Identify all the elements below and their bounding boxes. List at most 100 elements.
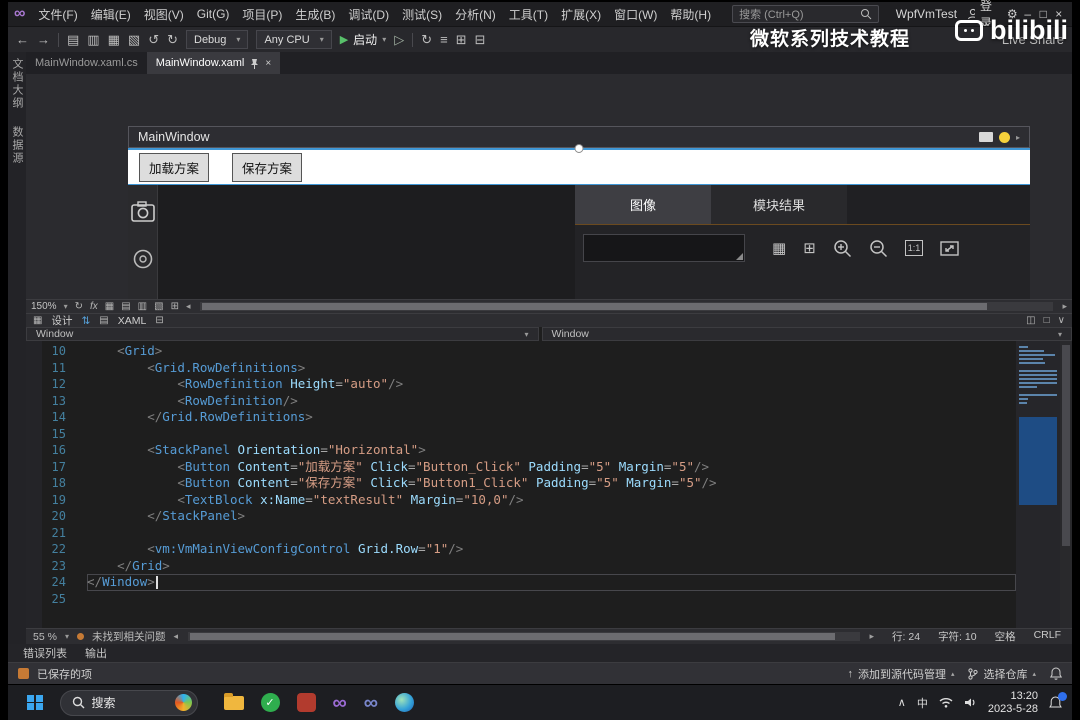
navigate-forward-icon[interactable]: → bbox=[37, 33, 50, 46]
open-file-icon[interactable]: ▥ bbox=[87, 33, 99, 46]
code-line[interactable]: </Grid> bbox=[87, 558, 1016, 575]
show-annotations-icon[interactable]: ▧ bbox=[154, 301, 163, 312]
code-line[interactable]: <TextBlock x:Name="textResult" Margin="1… bbox=[87, 492, 1016, 509]
xaml-code-editor[interactable]: 10 11 12 13 14 15 16 17 18 19 20 21 22 23 24 25 <Grid> … bbox=[26, 341, 1072, 628]
camera-icon[interactable] bbox=[130, 201, 155, 222]
snap-grid-icon[interactable]: ▤ bbox=[121, 301, 130, 312]
find-in-files-icon[interactable]: ⊞ bbox=[456, 33, 467, 46]
red-app-icon[interactable] bbox=[296, 693, 316, 712]
preview-save-button[interactable]: 保存方案 bbox=[232, 152, 303, 182]
eol-indicator[interactable]: CRLF bbox=[1034, 629, 1061, 644]
code-line[interactable]: </Window> bbox=[87, 574, 1016, 591]
editor-v-scrollbar[interactable] bbox=[1060, 341, 1072, 628]
code-line[interactable]: <Grid.RowDefinitions> bbox=[87, 360, 1016, 377]
visual-studio-icon[interactable]: ∞ bbox=[333, 693, 347, 713]
data-sources-tab[interactable]: 数据源 bbox=[9, 126, 25, 165]
maximize-button[interactable]: □ bbox=[1036, 7, 1050, 21]
code-line[interactable]: </StackPanel> bbox=[87, 508, 1016, 525]
ime-indicator[interactable]: 中 bbox=[917, 695, 928, 711]
menu-help[interactable]: 帮助(H) bbox=[664, 4, 717, 25]
xaml-designer-surface[interactable]: MainWindow ▸ 加载方案 保存方案 图像 模块结果 ▦ ⊞ 1:1 bbox=[26, 74, 1072, 299]
file-explorer-icon[interactable] bbox=[223, 692, 244, 710]
code-line[interactable]: <StackPanel Orientation="Horizontal"> bbox=[87, 442, 1016, 459]
select-repository-button[interactable]: 选择仓库 ▴ bbox=[968, 666, 1036, 682]
menu-window[interactable]: 窗口(W) bbox=[608, 4, 663, 25]
expand-pane-icon[interactable]: ∨ bbox=[1058, 315, 1065, 326]
tab-image[interactable]: 图像 bbox=[575, 185, 711, 224]
editor-zoom-dropdown[interactable]: 55 % bbox=[33, 631, 57, 643]
document-outline-tab[interactable]: 文档大纲 bbox=[9, 58, 25, 110]
layout-grid-icon[interactable]: ⊞ bbox=[803, 241, 816, 256]
minimize-button[interactable]: – bbox=[1021, 7, 1035, 21]
zoom-in-icon[interactable] bbox=[833, 239, 852, 258]
solution-platform-dropdown[interactable]: Any CPU ▾ bbox=[256, 30, 332, 49]
horizontal-split-icon[interactable]: □ bbox=[1044, 315, 1050, 326]
menu-git[interactable]: Git(G) bbox=[191, 5, 236, 23]
error-list-tab[interactable]: 错误列表 bbox=[23, 645, 67, 661]
preview-stackpanel[interactable]: 加载方案 保存方案 bbox=[128, 144, 1030, 185]
solution-configuration-dropdown[interactable]: Debug ▾ bbox=[186, 30, 249, 49]
scroll-left-icon[interactable]: ◂ bbox=[186, 301, 191, 312]
code-line[interactable]: <vm:VmMainViewConfigControl Grid.Row="1"… bbox=[87, 541, 1016, 558]
breakpoint-margin[interactable] bbox=[26, 341, 42, 628]
preview-load-button[interactable]: 加载方案 bbox=[139, 152, 210, 182]
swap-panes-icon[interactable]: ⇅ bbox=[81, 315, 90, 327]
zoom-out-icon[interactable] bbox=[869, 239, 888, 258]
settings-icon[interactable]: ⚙ bbox=[1005, 7, 1019, 21]
zoom-fit-icon[interactable]: ⊞ bbox=[171, 301, 179, 312]
hot-reload-icon[interactable]: ↻ bbox=[421, 33, 432, 46]
scroll-right-icon[interactable]: ▸ bbox=[870, 631, 875, 642]
code-line[interactable] bbox=[87, 591, 1016, 608]
spaces-indicator[interactable]: 空格 bbox=[995, 629, 1016, 644]
notification-center-button[interactable] bbox=[1049, 691, 1067, 710]
menu-build[interactable]: 生成(B) bbox=[289, 4, 341, 25]
quick-search-input[interactable]: 搜索 (Ctrl+Q) bbox=[732, 5, 879, 23]
output-tab[interactable]: 输出 bbox=[85, 645, 107, 661]
code-line[interactable]: <RowDefinition Height="auto"/> bbox=[87, 376, 1016, 393]
navigate-back-icon[interactable]: ← bbox=[16, 33, 29, 46]
live-share-button[interactable]: Live Share bbox=[1002, 33, 1064, 46]
code-line[interactable]: <Grid> bbox=[87, 343, 1016, 360]
close-button[interactable]: × bbox=[1052, 7, 1066, 21]
element-dropdown-right[interactable]: Window ▾ bbox=[541, 327, 1072, 341]
issues-indicator-icon[interactable] bbox=[76, 633, 84, 640]
refresh-icon[interactable]: ↻ bbox=[75, 301, 83, 312]
designer-zoom-dropdown[interactable]: 150% bbox=[31, 301, 57, 312]
menu-project[interactable]: 项目(P) bbox=[236, 4, 288, 25]
tray-expand-icon[interactable]: ∧ bbox=[898, 696, 906, 709]
menu-edit[interactable]: 编辑(E) bbox=[85, 4, 137, 25]
tab-mainwindow-xaml-cs[interactable]: MainWindow.xaml.cs bbox=[26, 52, 147, 74]
lightbulb-dropdown-icon[interactable]: ▸ bbox=[1016, 133, 1020, 142]
close-tab-icon[interactable]: × bbox=[265, 58, 271, 69]
pin-icon[interactable] bbox=[250, 58, 259, 69]
menu-view[interactable]: 视图(V) bbox=[138, 4, 190, 25]
add-to-source-control-button[interactable]: ↑ 添加到源代码管理 ▴ bbox=[847, 666, 954, 682]
design-preview-window[interactable]: MainWindow ▸ 加载方案 保存方案 图像 模块结果 ▦ ⊞ 1:1 bbox=[128, 126, 1030, 299]
taskbar-search-box[interactable]: 搜索 bbox=[59, 689, 198, 716]
notifications-bell-button[interactable] bbox=[1050, 667, 1062, 680]
show-grid-icon[interactable]: ▦ bbox=[105, 301, 114, 312]
taskbar-clock[interactable]: 13:20 2023-5-28 bbox=[988, 690, 1038, 715]
menu-extensions[interactable]: 扩展(X) bbox=[555, 4, 607, 25]
wifi-icon[interactable] bbox=[939, 697, 953, 708]
capture-target-icon[interactable] bbox=[132, 248, 154, 270]
effects-toggle-icon[interactable]: fx bbox=[90, 301, 98, 312]
volume-icon[interactable] bbox=[964, 697, 977, 708]
tab-module-results[interactable]: 模块结果 bbox=[711, 185, 847, 224]
save-icon[interactable]: ▦ bbox=[108, 33, 120, 46]
editor-h-scrollbar[interactable] bbox=[187, 632, 860, 641]
visual-studio-preview-icon[interactable]: ∞ bbox=[364, 693, 378, 713]
minimap[interactable] bbox=[1016, 341, 1060, 628]
menu-test[interactable]: 测试(S) bbox=[396, 4, 448, 25]
lightbulb-icon[interactable] bbox=[998, 131, 1010, 143]
break-all-icon[interactable]: ≡ bbox=[440, 33, 448, 46]
snaplines-icon[interactable]: ▥ bbox=[138, 301, 147, 312]
new-file-icon[interactable]: ▤ bbox=[67, 33, 79, 46]
scroll-right-icon[interactable]: ▸ bbox=[1062, 301, 1067, 312]
start-without-debugging-icon[interactable]: ▷ bbox=[394, 33, 404, 46]
code-line[interactable]: </Grid.RowDefinitions> bbox=[87, 409, 1016, 426]
menu-tools[interactable]: 工具(T) bbox=[503, 4, 554, 25]
design-view-tab[interactable]: 设计 bbox=[51, 313, 72, 328]
menu-analyze[interactable]: 分析(N) bbox=[449, 4, 502, 25]
menu-debug[interactable]: 调试(D) bbox=[342, 4, 395, 25]
